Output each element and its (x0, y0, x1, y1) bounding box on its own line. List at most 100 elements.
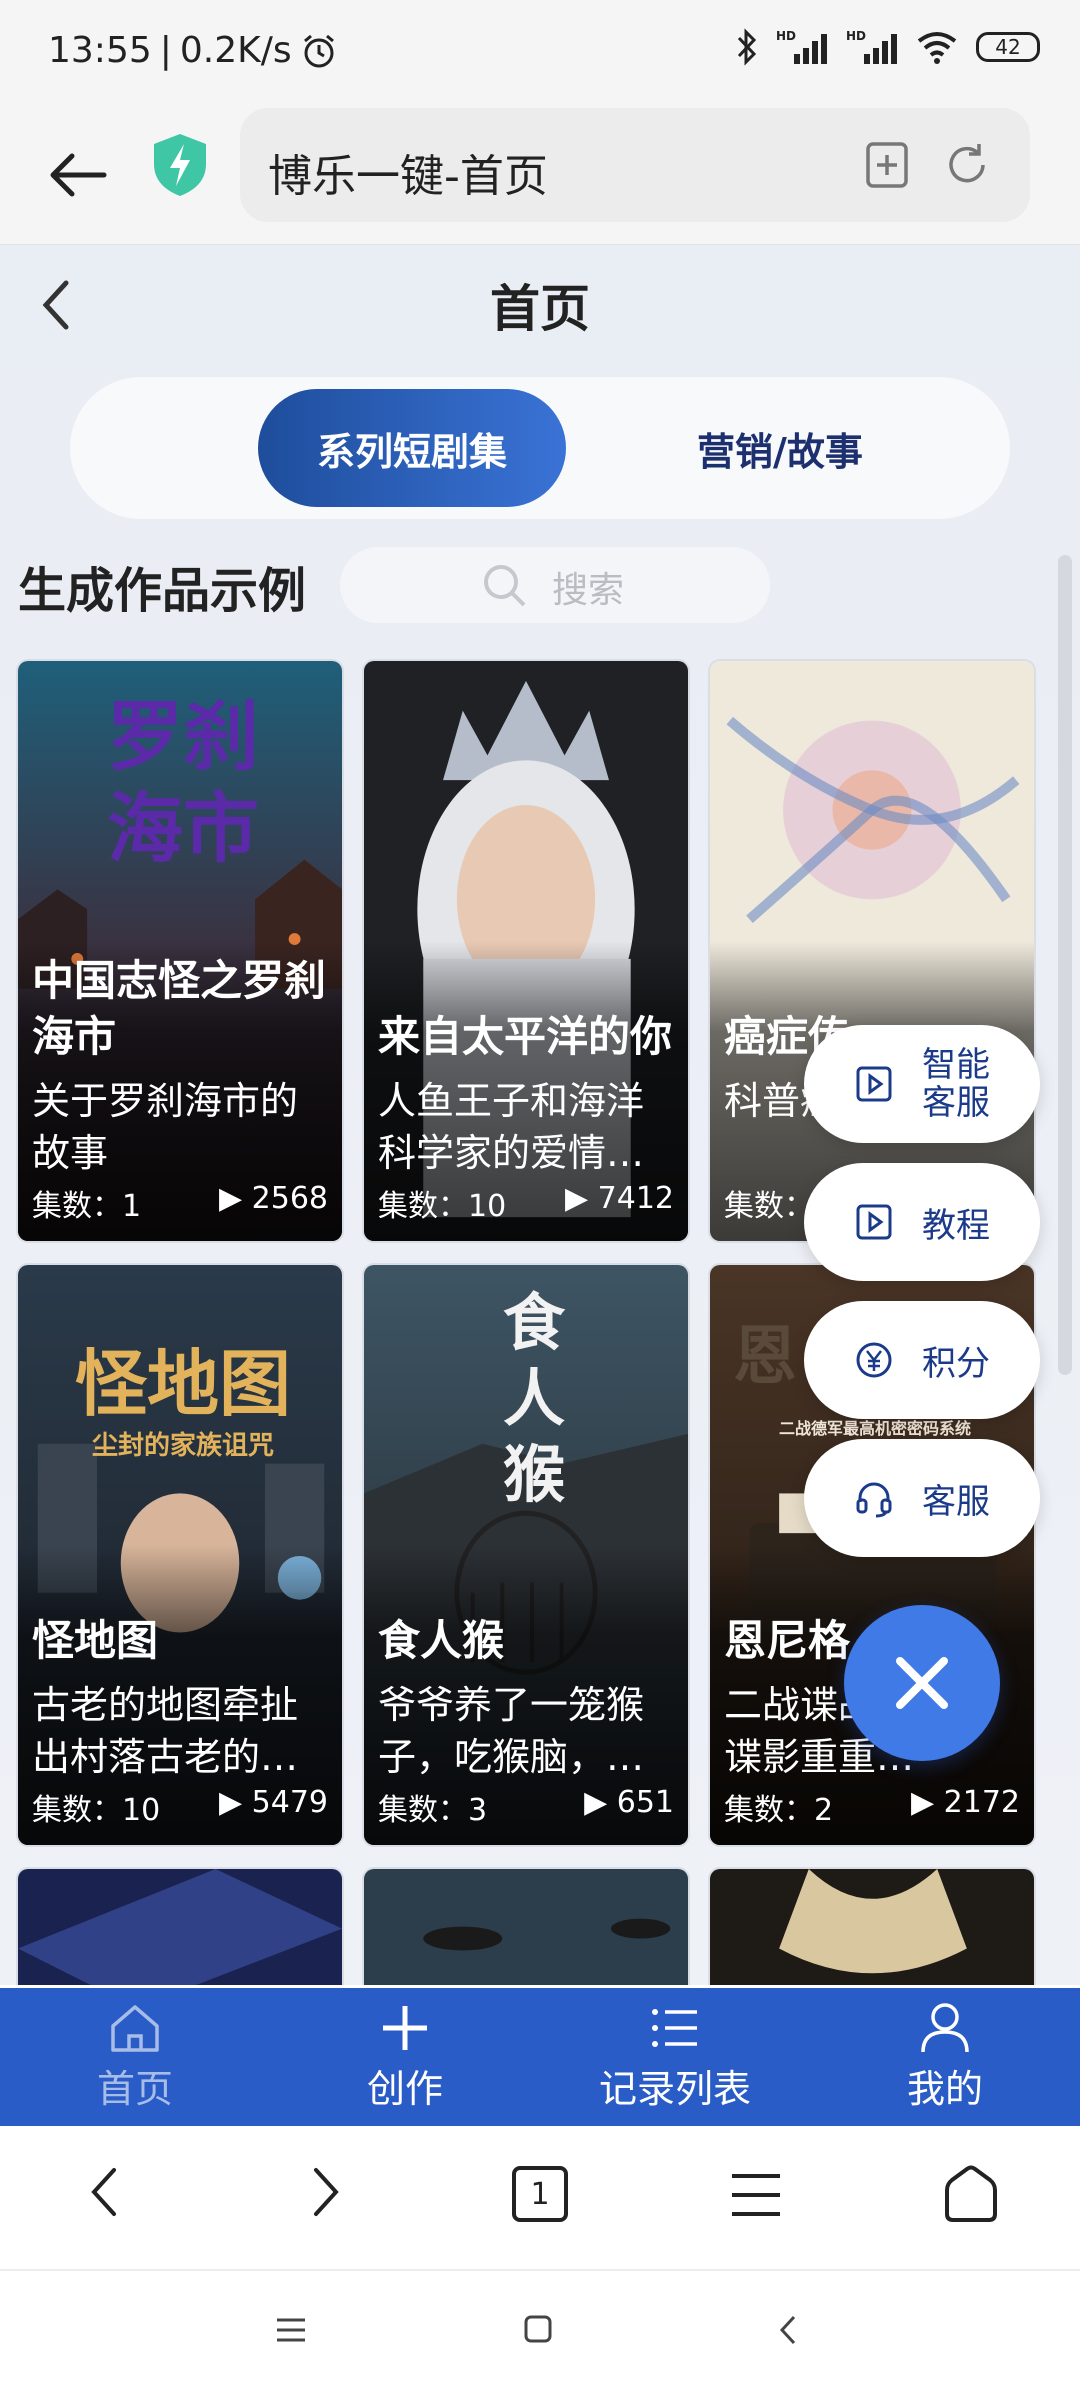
recent-apps-icon[interactable] (274, 2315, 308, 2345)
float-menu-label: 智能客服 (922, 1045, 990, 1123)
wifi-icon (917, 32, 957, 64)
search-placeholder: 搜索 (552, 570, 625, 611)
battery-level: 42 (995, 35, 1021, 59)
play-square-icon (856, 1066, 892, 1102)
security-shield-icon[interactable] (150, 130, 210, 200)
browser-forward-icon[interactable] (306, 2162, 346, 2222)
tab-records[interactable]: 记录列表 (540, 1988, 810, 2126)
card-title: 食人猴 (378, 1616, 505, 1665)
system-back-icon[interactable] (776, 2313, 800, 2347)
tabs-count-button[interactable]: 1 (512, 2166, 568, 2222)
tab-series-drama[interactable]: 系列短剧集 (258, 389, 566, 507)
float-menu-smart-service[interactable]: 智能客服 (804, 1025, 1040, 1143)
svg-text:HD: HD (846, 29, 866, 43)
float-menu-label: 教程 (922, 1205, 990, 1246)
user-icon (921, 2002, 969, 2052)
card-views: ▶ 2172 (911, 1785, 1020, 1820)
card-meta: 集数：2 ▶ 2172 (724, 1785, 1020, 1829)
card-views: ▶ 2568 (219, 1181, 328, 1216)
card-views: ▶ 5479 (219, 1785, 328, 1820)
float-menu-tutorial[interactable]: 教程 (804, 1163, 1040, 1281)
status-divider: | (159, 30, 172, 71)
card-episodes: 集数：10 (32, 1793, 161, 1828)
card-episodes: 集数： (724, 1189, 814, 1224)
card-title: 来自太平洋的你 (378, 1012, 673, 1061)
tab-mine-label: 我的 (906, 2066, 983, 2111)
signal-icon: HD (776, 29, 827, 64)
work-card[interactable] (362, 1867, 690, 1985)
card-description: 古老的地图牵扯出村落古老的… (32, 1683, 299, 1779)
scrollbar[interactable] (1058, 555, 1072, 1375)
menu-icon[interactable] (728, 2170, 784, 2220)
browser-home-icon[interactable] (942, 2164, 1000, 2224)
tab-marketing-story[interactable]: 营销/故事 (630, 389, 930, 507)
card-episodes: 集数：10 (378, 1189, 507, 1224)
browser-back-arrow-icon[interactable] (44, 140, 114, 210)
signal-icon-2: HD (846, 29, 897, 64)
work-card[interactable]: 食人猴 食人猴 爷爷养了一笼猴子，吃猴脑，… 集数：3 ▶ 651 (362, 1263, 690, 1847)
refresh-icon[interactable] (940, 138, 994, 192)
float-menu-points[interactable]: 积分 (804, 1301, 1040, 1419)
headset-icon (856, 1482, 892, 1518)
card-episodes: 集数：3 (378, 1793, 488, 1828)
tab-mine[interactable]: 我的 (810, 1988, 1080, 2126)
card-views-count: 7412 (597, 1181, 674, 1216)
card-cover-text: 恩 (733, 1320, 797, 1394)
card-meta: 集数：10 ▶ 7412 (378, 1181, 674, 1225)
float-menu-label: 客服 (922, 1481, 990, 1522)
float-menu-label: 积分 (922, 1343, 990, 1384)
add-bookmark-icon[interactable] (860, 138, 914, 192)
card-cover-image (710, 1869, 1034, 1985)
status-left: 13:55 | 0.2K/s (48, 30, 338, 71)
card-cover-text: 怪地图 (74, 1341, 291, 1426)
card-cover-text: 食人猴 (502, 1286, 565, 1511)
status-time: 13:55 (48, 30, 152, 71)
page-title: 首页 (490, 280, 590, 338)
address-bar[interactable]: 博乐一键-首页 (240, 108, 1030, 222)
close-icon (896, 1657, 948, 1709)
browser-back-icon[interactable] (84, 2162, 124, 2222)
alarm-icon (303, 34, 334, 67)
card-title: 怪地图 (32, 1616, 159, 1665)
card-views: ▶ 651 (584, 1785, 674, 1820)
work-card[interactable] (708, 1867, 1036, 1985)
card-views: ▶ 7412 (565, 1181, 674, 1216)
card-cover-image (364, 1869, 688, 1985)
browser-toolbar: 博乐一键-首页 (0, 100, 1080, 245)
card-meta: 集数：3 ▶ 651 (378, 1785, 674, 1829)
tabs-count: 1 (530, 2176, 550, 2212)
work-card[interactable]: 来自太平洋的你 人鱼王子和海洋科学家的爱情… 集数：10 ▶ 7412 (362, 659, 690, 1243)
float-menu-customer-service[interactable]: 客服 (804, 1439, 1040, 1557)
work-card[interactable]: 癌症传 科普癌症的传记 集数： (708, 659, 1036, 1243)
tab-create-label: 创作 (366, 2066, 443, 2111)
tab-home[interactable]: 首页 (0, 1988, 270, 2126)
card-cover-text: 罗刹 海市 (107, 692, 259, 873)
yen-circle-icon (856, 1342, 892, 1378)
status-net-speed: 0.2K/s (179, 30, 292, 71)
card-views-count: 2568 (251, 1181, 328, 1216)
work-card[interactable]: 怪地图 尘封的家族诅咒 怪地图 古老的地图牵扯出村落古老的… 集数：10 ▶ 5… (16, 1263, 344, 1847)
status-right: HD HD 42 (736, 28, 1040, 66)
browser-navigation-bar: 1 (0, 2126, 1080, 2271)
home-icon (111, 2004, 159, 2052)
close-float-menu-button[interactable] (844, 1605, 1000, 1761)
search-input[interactable]: 搜索 (340, 547, 770, 623)
work-card[interactable]: 罗刹 海市 中国志怪之罗刹海市 关于罗刹海市的故事 集数：1 ▶ 2568 (16, 659, 344, 1243)
category-tabs: 系列短剧集 营销/故事 (70, 377, 1010, 519)
card-description: 爷爷养了一笼猴子，吃猴脑，… (378, 1683, 645, 1779)
card-description: 关于罗刹海市的故事 (32, 1079, 299, 1175)
battery-indicator: 42 (976, 32, 1040, 62)
card-description: 人鱼王子和海洋科学家的爱情… (378, 1079, 645, 1175)
card-views-count: 5479 (251, 1785, 328, 1820)
plus-icon (383, 2005, 427, 2050)
system-navigation-bar (0, 2271, 1080, 2400)
work-card[interactable] (16, 1867, 344, 1985)
system-home-icon[interactable] (522, 2313, 554, 2345)
section-title: 生成作品示例 (18, 563, 307, 619)
address-bar-title: 博乐一键-首页 (268, 151, 548, 202)
search-icon (484, 565, 526, 607)
card-episodes: 集数：2 (724, 1793, 834, 1828)
tab-create[interactable]: 创作 (270, 1988, 540, 2126)
card-cover-subtext: 尘封的家族诅咒 (91, 1431, 274, 1461)
svg-text:HD: HD (776, 29, 796, 43)
